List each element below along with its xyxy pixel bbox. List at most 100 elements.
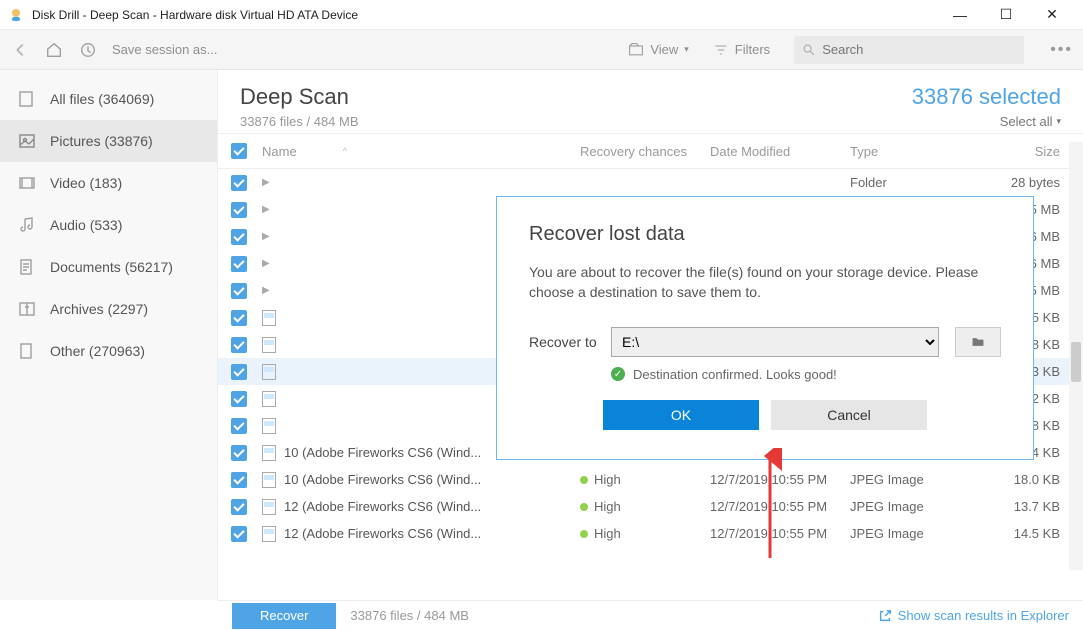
sidebar-item-label: All files (364069): [50, 91, 154, 107]
file-size: 18.0 KB: [970, 472, 1070, 487]
save-session-icon[interactable]: [78, 40, 98, 60]
all-files-icon: [18, 90, 36, 108]
sidebar-item-label: Documents (56217): [50, 259, 173, 275]
row-checkbox[interactable]: [231, 202, 247, 218]
table-row[interactable]: 10 (Adobe Fireworks CS6 (Wind...High12/7…: [218, 466, 1083, 493]
recover-to-label: Recover to: [529, 334, 601, 350]
destination-select[interactable]: E:\: [611, 327, 939, 357]
column-date[interactable]: Date Modified: [710, 144, 850, 159]
row-checkbox[interactable]: [231, 499, 247, 515]
select-all-dropdown[interactable]: Select all ▾: [912, 114, 1061, 129]
jpeg-file-icon: [262, 364, 276, 380]
minimize-button[interactable]: —: [937, 0, 983, 30]
search-icon: [802, 43, 816, 57]
sidebar-item-archives[interactable]: Archives (2297): [0, 288, 217, 330]
home-icon[interactable]: [44, 40, 64, 60]
external-link-icon: [878, 609, 892, 623]
chevron-down-icon: ▾: [1056, 116, 1061, 127]
scrollbar[interactable]: [1069, 142, 1083, 570]
file-type: JPEG Image: [850, 472, 970, 487]
sidebar-item-video[interactable]: Video (183): [0, 162, 217, 204]
page-subtitle: 33876 files / 484 MB: [240, 114, 359, 129]
confirm-text: Destination confirmed. Looks good!: [633, 367, 837, 382]
column-name[interactable]: Name^: [260, 144, 580, 159]
show-in-explorer-link[interactable]: Show scan results in Explorer: [878, 608, 1069, 623]
window-title: Disk Drill - Deep Scan - Hardware disk V…: [32, 8, 937, 22]
row-checkbox[interactable]: [231, 229, 247, 245]
sidebar-item-pictures[interactable]: Pictures (33876): [0, 120, 217, 162]
file-size: 28 bytes: [970, 175, 1070, 190]
filters-label: Filters: [735, 42, 770, 57]
row-checkbox[interactable]: [231, 526, 247, 542]
row-checkbox[interactable]: [231, 337, 247, 353]
close-button[interactable]: ✕: [1029, 0, 1075, 30]
select-all-checkbox[interactable]: [231, 143, 247, 159]
jpeg-file-icon: [262, 499, 276, 515]
chevron-right-icon: ▶: [262, 258, 270, 269]
sidebar-item-other[interactable]: Other (270963): [0, 330, 217, 372]
jpeg-file-icon: [262, 445, 276, 461]
row-checkbox[interactable]: [231, 310, 247, 326]
video-icon: [18, 174, 36, 192]
other-icon: [18, 342, 36, 360]
column-size[interactable]: Size: [970, 144, 1070, 159]
sidebar-item-audio[interactable]: Audio (533): [0, 204, 217, 246]
sidebar-item-all-files[interactable]: All files (364069): [0, 78, 217, 120]
sidebar-item-documents[interactable]: Documents (56217): [0, 246, 217, 288]
table-row[interactable]: ▶Folder28 bytes: [218, 169, 1083, 196]
recover-button[interactable]: Recover: [232, 603, 336, 629]
dialog-title: Recover lost data: [529, 223, 1001, 246]
toolbar: Save session as... View ▾ Filters •••: [0, 30, 1083, 70]
recover-dialog: Recover lost data You are about to recov…: [496, 196, 1034, 460]
row-checkbox[interactable]: [231, 364, 247, 380]
more-menu-button[interactable]: •••: [1050, 41, 1073, 59]
file-name: 12 (Adobe Fireworks CS6 (Wind...: [284, 499, 481, 514]
column-recovery[interactable]: Recovery chances: [580, 144, 710, 159]
selected-count: 33876 selected: [912, 84, 1061, 110]
chevron-down-icon: ▾: [684, 44, 689, 55]
recovery-text: High: [594, 526, 621, 541]
row-checkbox[interactable]: [231, 283, 247, 299]
recovery-indicator: [580, 476, 588, 484]
main-header: Deep Scan 33876 files / 484 MB 33876 sel…: [218, 70, 1083, 133]
search-input[interactable]: [822, 42, 1016, 57]
column-type[interactable]: Type: [850, 144, 970, 159]
row-checkbox[interactable]: [231, 256, 247, 272]
file-size: 14.5 KB: [970, 526, 1070, 541]
date-modified: 12/7/2019 10:55 PM: [710, 472, 850, 487]
destination-confirm-row: ✓ Destination confirmed. Looks good!: [611, 367, 1001, 382]
save-session-label[interactable]: Save session as...: [112, 42, 218, 57]
page-title: Deep Scan: [240, 84, 359, 110]
recovery-indicator: [580, 503, 588, 511]
table-row[interactable]: 12 (Adobe Fireworks CS6 (Wind...High12/7…: [218, 493, 1083, 520]
jpeg-file-icon: [262, 391, 276, 407]
row-checkbox[interactable]: [231, 418, 247, 434]
chevron-right-icon: ▶: [262, 285, 270, 296]
app-icon: [8, 7, 24, 23]
view-label: View: [650, 42, 678, 57]
back-icon[interactable]: [10, 40, 30, 60]
bottom-info: 33876 files / 484 MB: [350, 608, 469, 623]
browse-button[interactable]: [955, 327, 1001, 357]
date-modified: 12/7/2019 10:55 PM: [710, 499, 850, 514]
search-box[interactable]: [794, 36, 1024, 64]
filters-button[interactable]: Filters: [713, 42, 770, 58]
cancel-button[interactable]: Cancel: [771, 400, 927, 430]
ok-button[interactable]: OK: [603, 400, 759, 430]
sidebar: All files (364069) Pictures (33876) Vide…: [0, 70, 218, 600]
documents-icon: [18, 258, 36, 276]
pictures-icon: [18, 132, 36, 150]
audio-icon: [18, 216, 36, 234]
file-type: JPEG Image: [850, 499, 970, 514]
table-row[interactable]: 12 (Adobe Fireworks CS6 (Wind...High12/7…: [218, 520, 1083, 547]
maximize-button[interactable]: ☐: [983, 0, 1029, 30]
row-checkbox[interactable]: [231, 445, 247, 461]
file-name: 10 (Adobe Fireworks CS6 (Wind...: [284, 445, 481, 460]
row-checkbox[interactable]: [231, 175, 247, 191]
chevron-right-icon: ▶: [262, 204, 270, 215]
row-checkbox[interactable]: [231, 391, 247, 407]
row-checkbox[interactable]: [231, 472, 247, 488]
view-dropdown[interactable]: View ▾: [628, 42, 688, 58]
file-name: 12 (Adobe Fireworks CS6 (Wind...: [284, 526, 481, 541]
file-size: 13.7 KB: [970, 499, 1070, 514]
